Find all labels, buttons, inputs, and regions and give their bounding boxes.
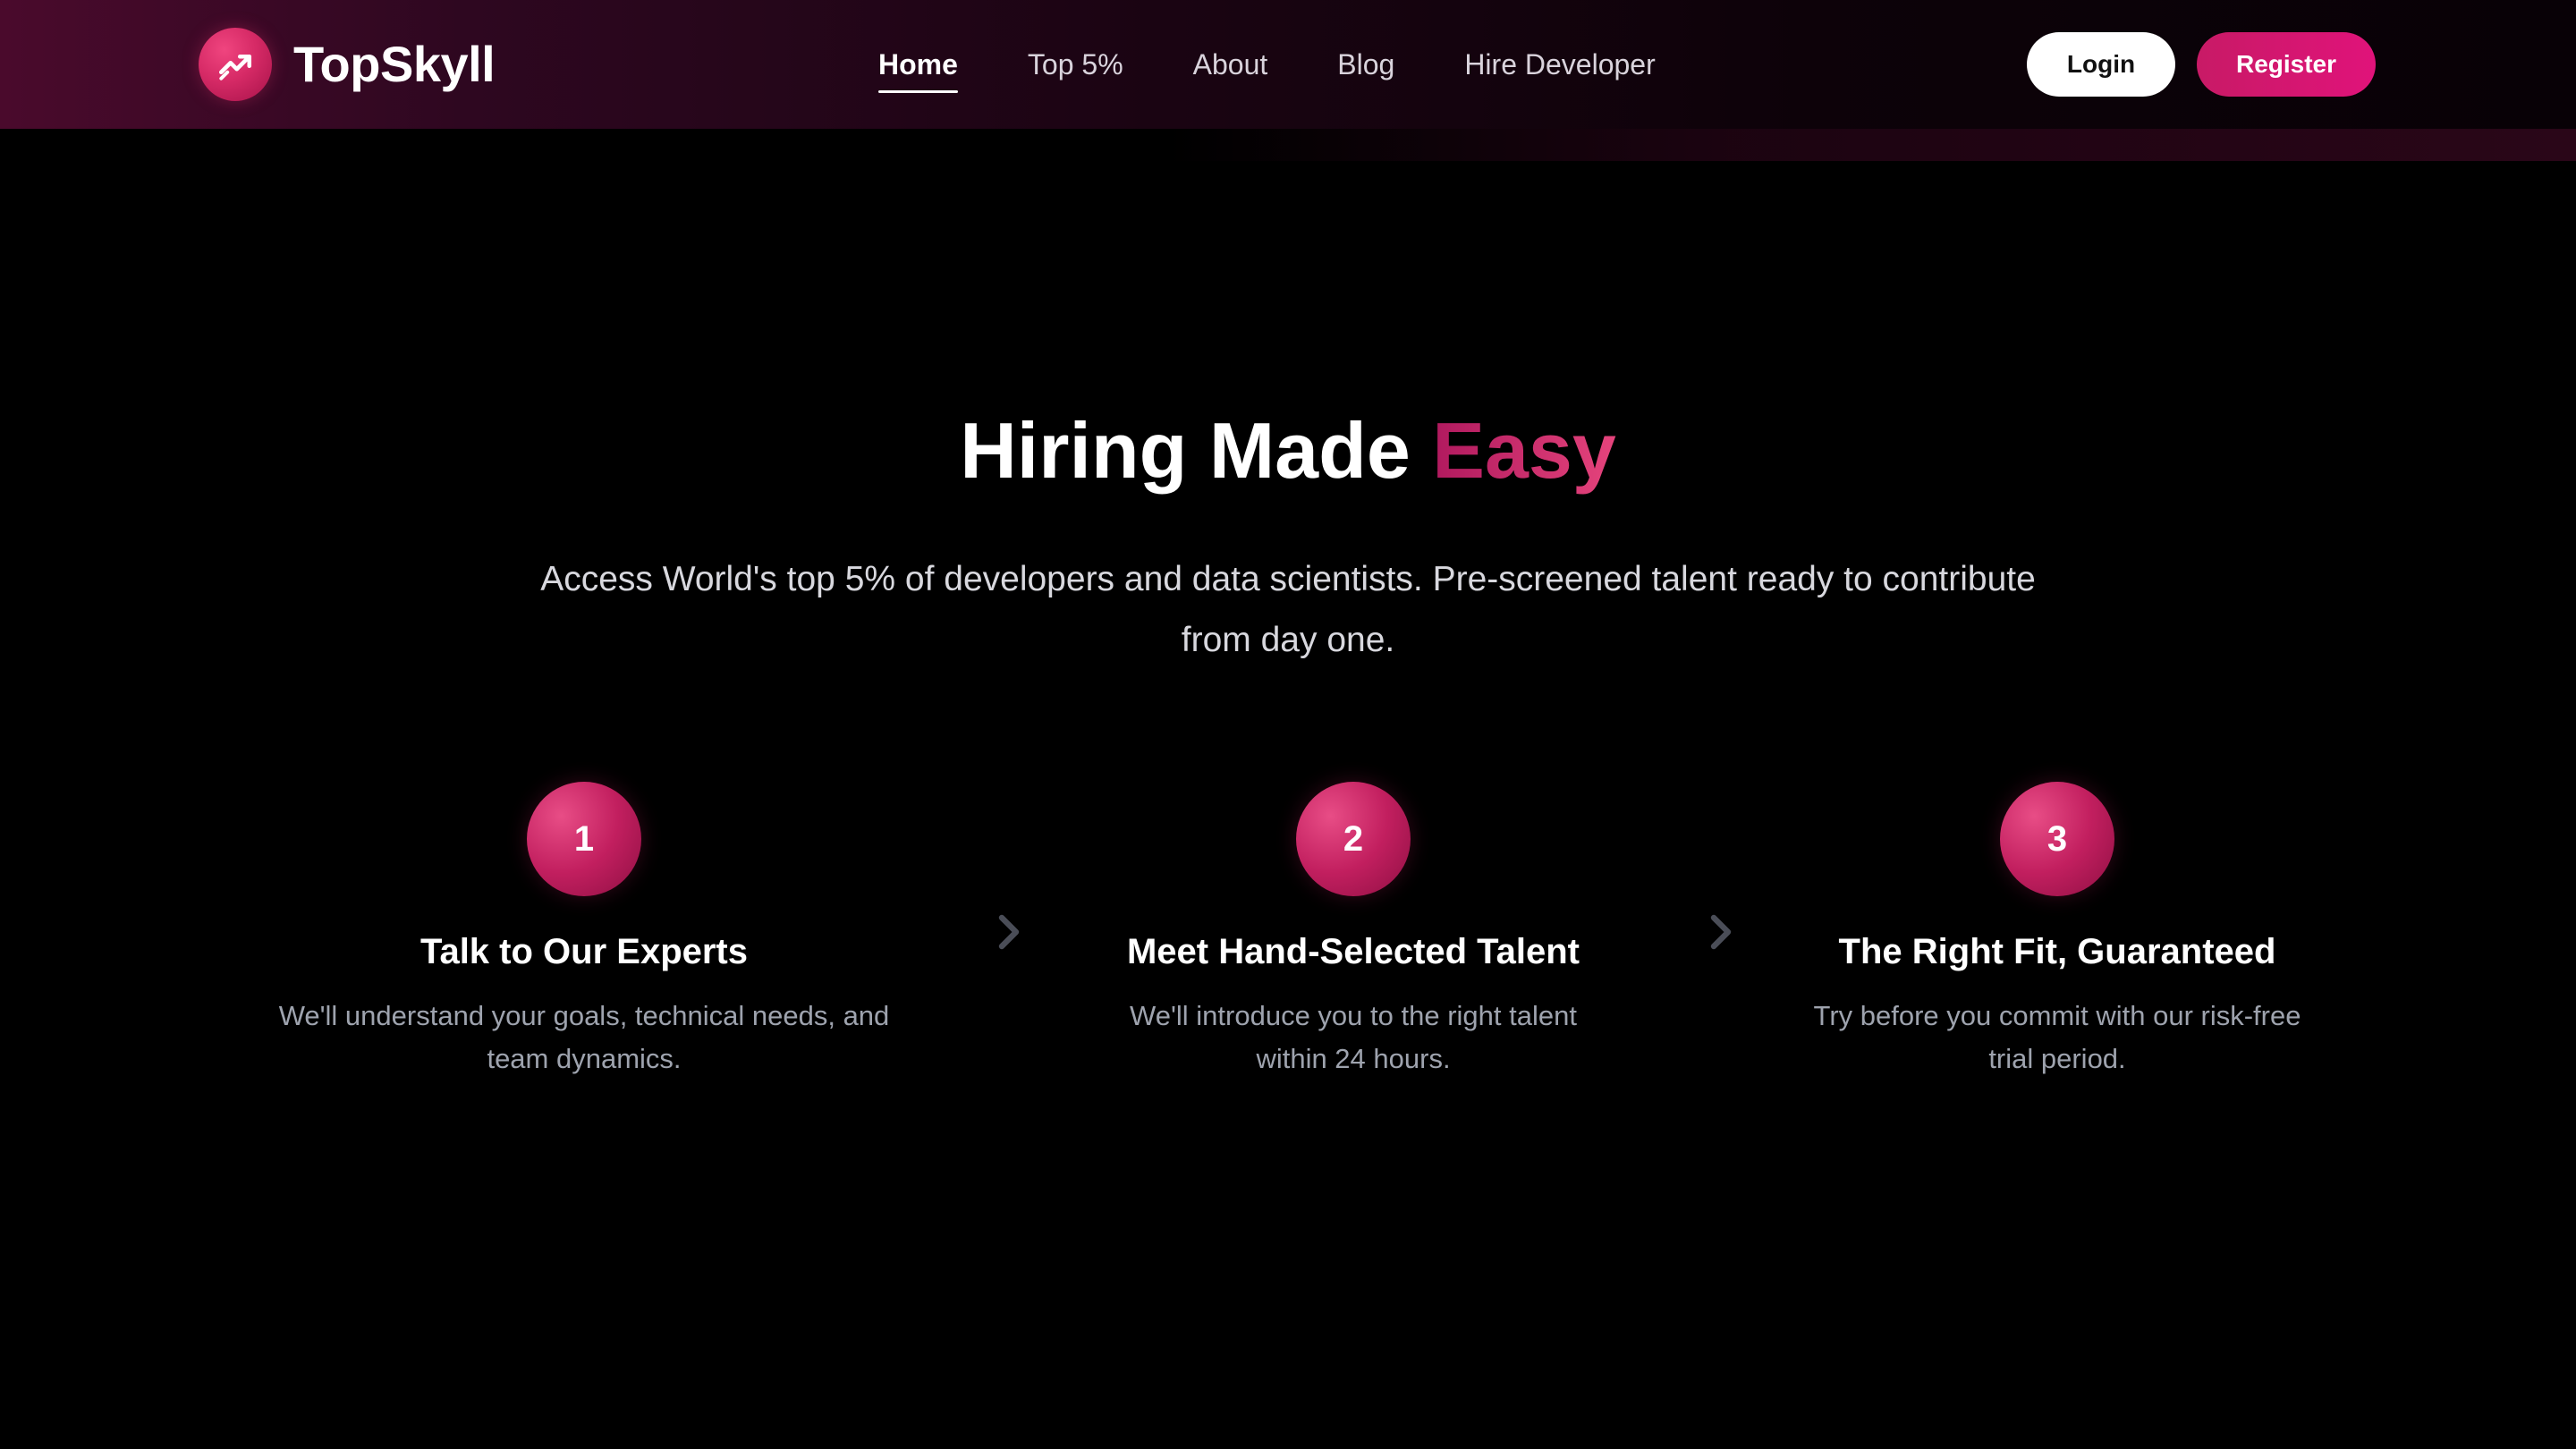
- step-number-badge: 2: [1296, 782, 1411, 896]
- step-number-badge: 1: [527, 782, 641, 896]
- step-number-badge: 3: [2000, 782, 2114, 896]
- main-nav: Home Top 5% About Blog Hire Developer: [878, 39, 1656, 93]
- hero-title-main: Hiring Made: [960, 406, 1433, 495]
- trending-up-icon: [199, 28, 272, 101]
- step-title: Talk to Our Experts: [419, 932, 748, 971]
- step-title: Meet Hand-Selected Talent: [1126, 932, 1580, 971]
- step-description: Try before you commit with our risk-free…: [1813, 1000, 2301, 1074]
- login-button[interactable]: Login: [2027, 32, 2175, 97]
- step-description: We'll introduce you to the right talent …: [1130, 1000, 1577, 1074]
- step-title: The Right Fit, Guaranteed: [1838, 932, 2276, 971]
- step-description: We'll understand your goals, technical n…: [278, 1000, 890, 1074]
- hero-title-accent: Easy: [1432, 406, 1616, 495]
- hero-subtitle: Access World's top 5% of developers and …: [540, 560, 2036, 659]
- hero-title: Hiring Made Easy: [0, 401, 2576, 501]
- navbar: TopSkyll Home Top 5% About Blog Hire Dev…: [0, 0, 2576, 129]
- brand-logo-link[interactable]: TopSkyll: [199, 28, 496, 101]
- nav-link-blog[interactable]: Blog: [1337, 39, 1394, 89]
- step-card: 3 The Right Fit, Guaranteed Try before y…: [1717, 782, 2397, 1080]
- brand-name: TopSkyll: [293, 36, 496, 92]
- nav-link-home[interactable]: Home: [878, 39, 958, 93]
- register-button[interactable]: Register: [2197, 32, 2376, 97]
- nav-link-hire-developer[interactable]: Hire Developer: [1464, 39, 1655, 89]
- navbar-glow-divider: [1163, 129, 2576, 161]
- page: TopSkyll Home Top 5% About Blog Hire Dev…: [0, 0, 2576, 1449]
- step-card: 2 Meet Hand-Selected Talent We'll introd…: [1013, 782, 1693, 1080]
- nav-link-top-5[interactable]: Top 5%: [1028, 39, 1123, 89]
- nav-link-about[interactable]: About: [1193, 39, 1268, 89]
- step-card: 1 Talk to Our Experts We'll understand y…: [244, 782, 924, 1080]
